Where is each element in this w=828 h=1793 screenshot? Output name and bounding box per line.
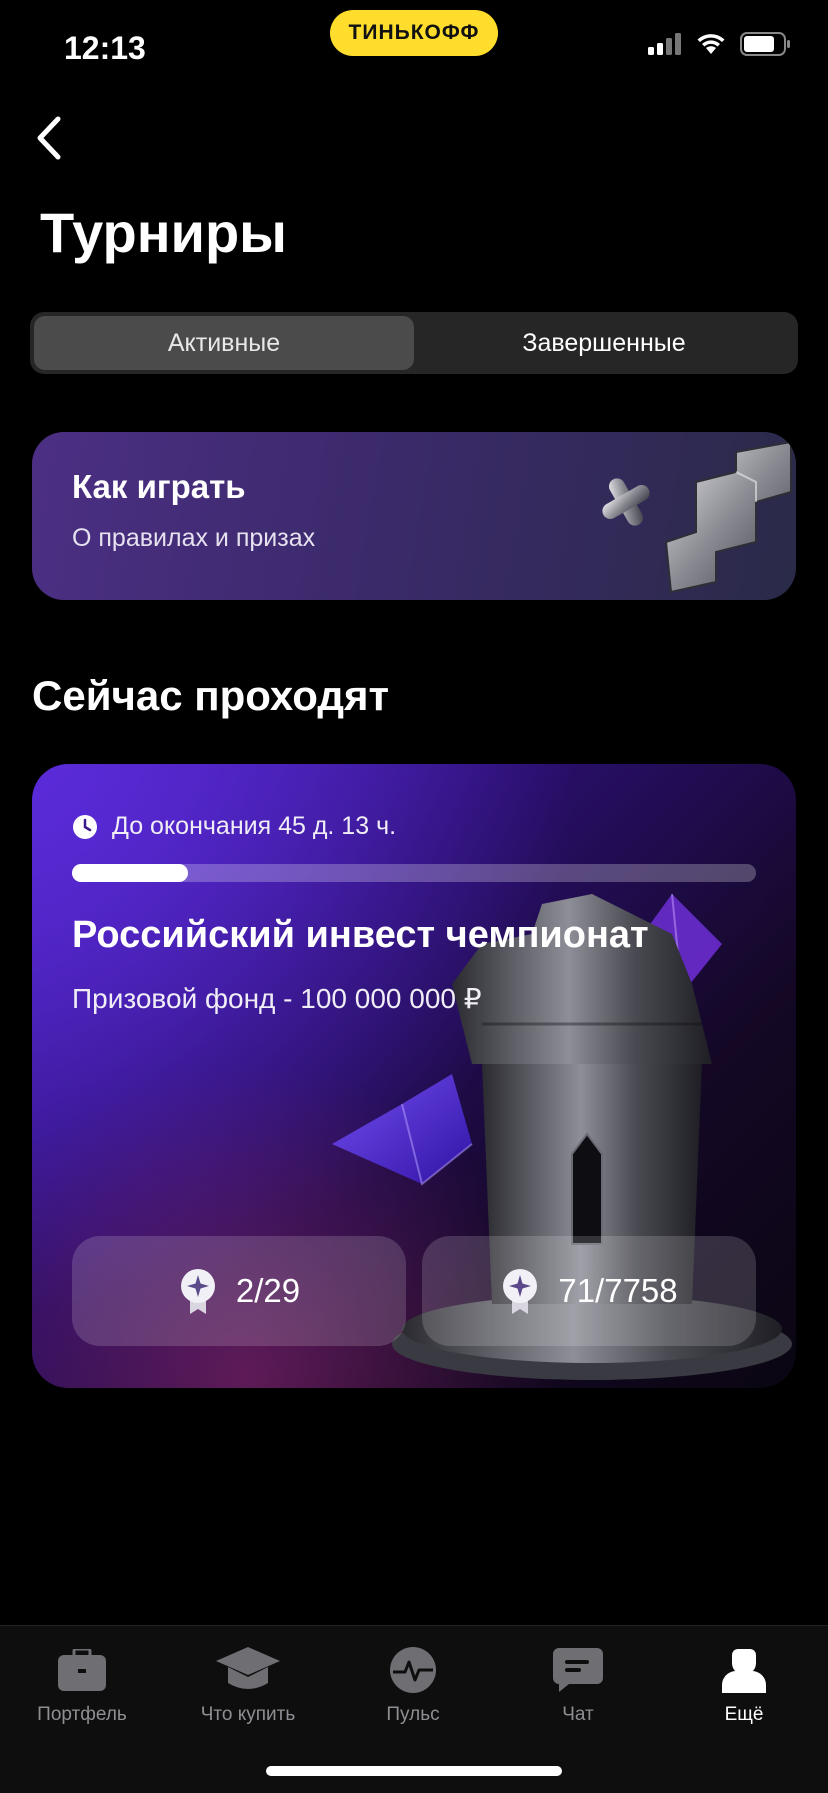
tournament-title: Российский инвест чемпионат	[72, 914, 649, 956]
progress-fill	[72, 864, 189, 882]
signal-icon	[648, 33, 681, 55]
tab-more[interactable]: Ещё	[669, 1644, 819, 1726]
prize-fund: Призовой фонд - 100 000 000 ₽	[72, 983, 482, 1014]
stat-place[interactable]: 2/29	[72, 1236, 406, 1346]
status-time: 12:13	[64, 30, 146, 66]
segmented-control: Активные Завершенные	[30, 312, 798, 374]
tab-pulse[interactable]: Пульс	[338, 1644, 488, 1726]
briefcase-icon	[58, 1649, 106, 1691]
tab-chat[interactable]: Чат	[503, 1644, 653, 1726]
tournament-card[interactable]: До окончания 45 д. 13 ч. Российский инве…	[32, 764, 796, 1388]
graduation-cap-icon	[216, 1647, 280, 1689]
tab-label: Ещё	[724, 1704, 764, 1725]
back-button[interactable]	[20, 110, 76, 166]
clock-icon	[73, 814, 97, 839]
tetris-decoration-icon	[602, 440, 792, 594]
profile-icon	[722, 1649, 766, 1693]
tab-label: Чат	[562, 1704, 594, 1725]
stat-rank[interactable]: 71/7758	[422, 1236, 756, 1346]
stat-place-value: 2/29	[235, 1272, 301, 1309]
chat-icon	[553, 1648, 603, 1692]
chevron-left-icon	[37, 116, 61, 160]
tab-label: Что купить	[200, 1704, 296, 1725]
how-to-play-title: Как играть	[72, 468, 246, 505]
wifi-icon	[697, 34, 725, 54]
medal-icon	[503, 1269, 538, 1314]
stat-rank-value: 71/7758	[558, 1272, 678, 1309]
section-title: Сейчас проходят	[32, 672, 390, 719]
how-to-play-subtitle: О правилах и призах	[72, 524, 316, 552]
battery-icon	[740, 32, 790, 56]
home-indicator	[266, 1766, 562, 1776]
tab-label: Портфель	[37, 1704, 127, 1725]
tab-finished[interactable]: Завершенные	[414, 316, 794, 370]
page-title: Турниры	[40, 201, 287, 264]
tab-what-to-buy[interactable]: Что купить	[173, 1644, 323, 1726]
tab-label: Пульс	[386, 1704, 440, 1725]
pulse-icon	[390, 1647, 436, 1693]
medal-icon	[180, 1269, 215, 1314]
how-to-play-card[interactable]: Как играть О правилах и призах	[32, 432, 796, 600]
tab-portfolio[interactable]: Портфель	[7, 1644, 157, 1726]
status-icons	[648, 32, 792, 56]
brand-pill: ТИНЬКОФФ	[330, 10, 498, 56]
tab-active[interactable]: Активные	[34, 316, 414, 370]
